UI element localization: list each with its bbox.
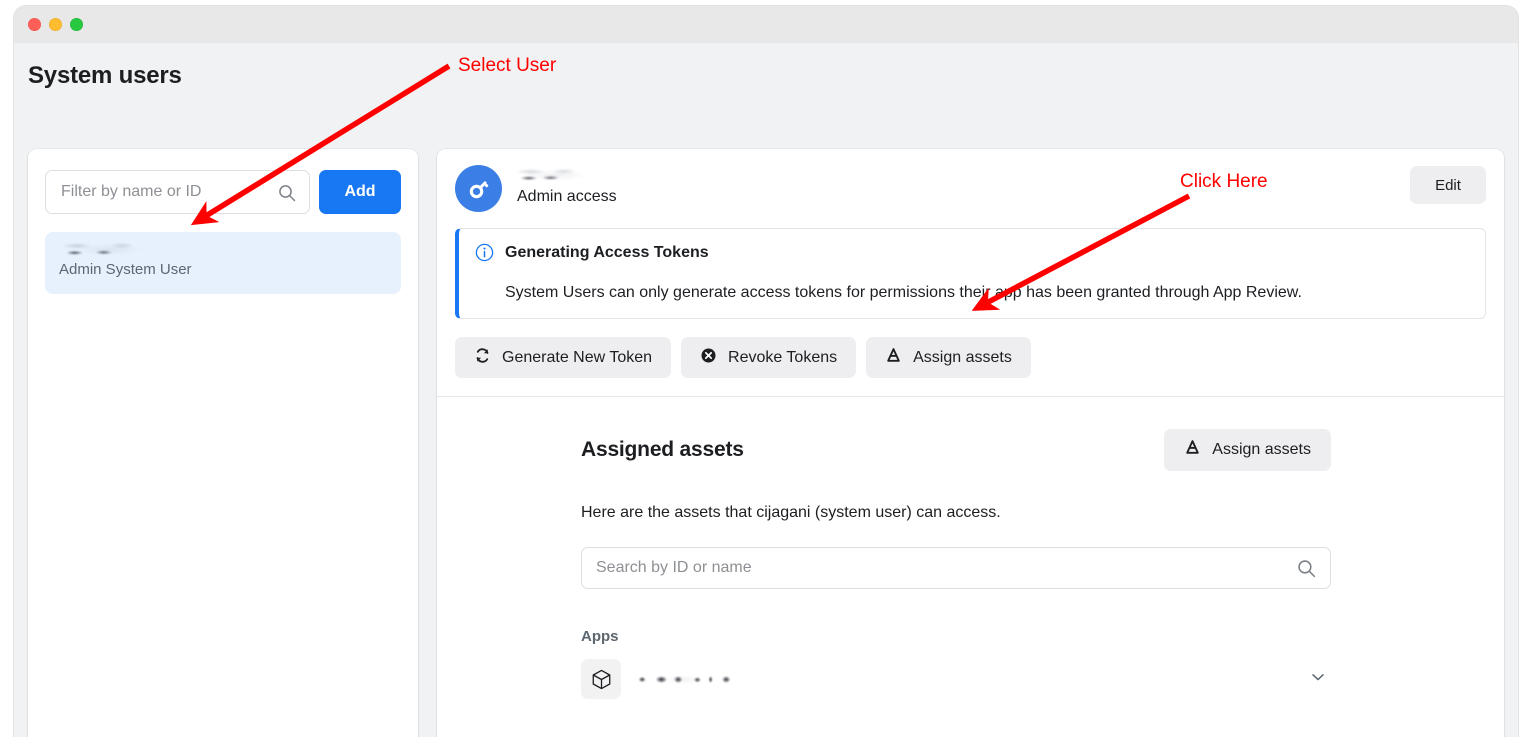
page-content: System users Filter by name or ID Add [14, 43, 1518, 737]
info-banner: Generating Access Tokens System Users ca… [455, 228, 1486, 319]
filter-input[interactable]: Filter by name or ID [45, 170, 310, 214]
generate-new-token-label: Generate New Token [502, 349, 652, 367]
add-user-button[interactable]: Add [319, 170, 401, 214]
window-zoom-button[interactable] [70, 18, 83, 31]
assign-asset-icon [1184, 439, 1201, 461]
filter-row: Filter by name or ID Add [28, 149, 418, 214]
asset-search-input[interactable]: Search by ID or name [581, 547, 1331, 589]
detail-header: Admin access Edit [437, 149, 1504, 212]
user-id-redacted [59, 241, 171, 260]
system-user-name-redacted [517, 167, 601, 185]
edit-button[interactable]: Edit [1410, 166, 1486, 204]
assigned-assets-inner: Assigned assets Assign assets [581, 429, 1331, 699]
assigned-assets-title: Assigned assets [581, 438, 744, 462]
app-window: System users Filter by name or ID Add [14, 6, 1518, 737]
system-user-detail-card: Admin access Edit Generating Access Toke… [437, 149, 1504, 737]
assign-assets-label: Assign assets [913, 349, 1012, 367]
assign-assets-button[interactable]: Assign assets [866, 337, 1031, 378]
asset-search-placeholder: Search by ID or name [582, 559, 752, 577]
asset-row-app[interactable] [581, 659, 1331, 699]
annotation-label-select-user: Select User [458, 55, 556, 77]
revoke-tokens-label: Revoke Tokens [728, 349, 837, 367]
assigned-assets-header: Assigned assets Assign assets [581, 429, 1331, 471]
search-icon [1296, 558, 1317, 584]
window-minimize-button[interactable] [49, 18, 62, 31]
screenshot-root: System users Filter by name or ID Add [0, 0, 1532, 737]
cube-icon [581, 659, 621, 699]
key-icon [455, 165, 502, 212]
token-action-row: Generate New Token Revoke Tokens [437, 319, 1504, 397]
info-circle-icon [475, 243, 494, 302]
revoke-tokens-button[interactable]: Revoke Tokens [681, 337, 856, 378]
page-title: System users [28, 62, 182, 90]
x-circle-icon [700, 347, 717, 369]
app-name-redacted [635, 672, 755, 687]
system-users-list-card: Filter by name or ID Add Admin System Us… [28, 149, 418, 737]
chevron-down-icon[interactable] [1309, 668, 1331, 691]
info-banner-body: System Users can only generate access to… [505, 284, 1302, 302]
assigned-assets-description: Here are the assets that cijagani (syste… [581, 504, 1331, 522]
detail-identity: Admin access [517, 165, 617, 206]
assigned-assets-section: Assigned assets Assign assets [437, 397, 1504, 699]
filter-input-placeholder: Filter by name or ID [46, 183, 201, 201]
info-banner-title: Generating Access Tokens [505, 244, 1302, 262]
assign-assets-secondary-label: Assign assets [1212, 441, 1311, 459]
access-level-label: Admin access [517, 188, 617, 206]
assign-asset-icon [885, 347, 902, 369]
generate-new-token-button[interactable]: Generate New Token [455, 337, 671, 378]
info-banner-text: Generating Access Tokens System Users ca… [505, 243, 1302, 302]
asset-group-label: Apps [581, 628, 1331, 645]
window-close-button[interactable] [28, 18, 41, 31]
window-titlebar [14, 6, 1518, 43]
refresh-icon [474, 347, 491, 369]
search-icon [277, 183, 297, 208]
list-item[interactable]: Admin System User [45, 232, 401, 294]
annotation-label-click-here: Click Here [1180, 171, 1268, 193]
assign-assets-button-secondary[interactable]: Assign assets [1164, 429, 1331, 471]
list-item-label: Admin System User [59, 261, 387, 278]
